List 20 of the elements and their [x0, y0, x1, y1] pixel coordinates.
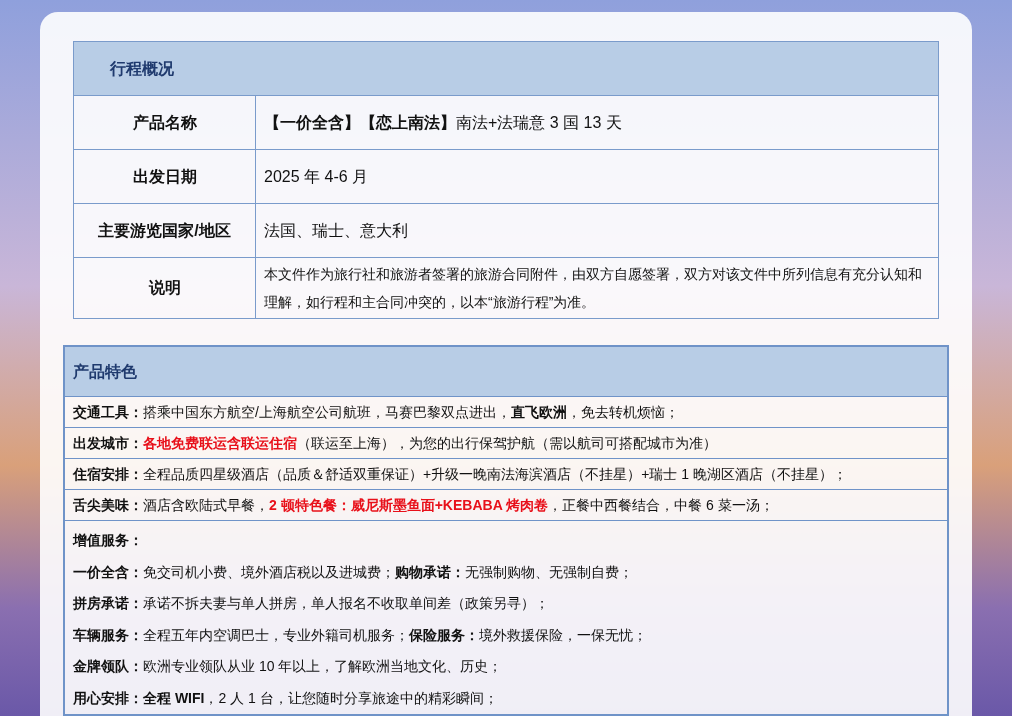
feature-text: 舌尖美味：酒店含欧陆式早餐，2 顿特色餐：威尼斯墨鱼面+KEBABA 烤肉卷，正餐中西餐结合，中餐 6 菜一汤；	[73, 495, 774, 515]
feature-text: 一价全含：免交司机小费、境外酒店税以及进城费；购物承诺：无强制购物、无强制自费；	[73, 562, 633, 582]
feature-text: 用心安排：全程 WIFI，2 人 1 台，让您随时分享旅途中的精彩瞬间；	[73, 688, 498, 708]
row-value: 2025 年 4-6 月	[264, 166, 369, 187]
feature-text: 交通工具：搭乘中国东方航空/上海航空公司航班，马赛巴黎双点进出，直飞欧洲，免去转机烦恼；	[73, 402, 679, 422]
row-value: 本文件作为旅行社和旅游者签署的旅游合同附件，由双方自愿签署，双方对该文件中所列信息有充分认知和理解，如行程和主合同冲突的，以本“旅游行程”为准。	[264, 265, 923, 312]
row-label: 产品名称	[132, 112, 197, 133]
row-label: 出发日期	[132, 166, 197, 187]
row-label: 主要游览国家/地区	[98, 220, 231, 241]
feature-text: 住宿安排：全程品质四星级酒店（品质＆舒适双重保证）+升级一晚南法海滨酒店（不挂星）+瑞士 1 晚湖区酒店（不挂星）；	[73, 464, 847, 484]
section-title: 产品特色	[73, 361, 137, 382]
row-value: 法国、瑞士、意大利	[264, 220, 408, 241]
section-title: 行程概况	[110, 58, 174, 79]
row-label: 说明	[148, 278, 181, 298]
feature-text: 增值服务：	[73, 531, 143, 551]
row-value: 【一价全含】【恋上南法】南法+法瑞意 3 国 13 天	[264, 112, 622, 133]
feature-text: 车辆服务：全程五年内空调巴士，专业外籍司机服务；保险服务：境外救援保险，一保无忧；	[73, 625, 647, 645]
feature-text: 拼房承诺：承诺不拆夫妻与单人拼房，单人报名不收取单间差（政策另寻）；	[73, 594, 549, 614]
feature-text: 金牌领队：欧洲专业领队从业 10 年以上，了解欧洲当地文化、历史；	[73, 657, 503, 677]
feature-text: 出发城市：各地免费联运含联运住宿（联运至上海），为您的出行保驾护航（需以航司可搭配城市为准）	[73, 433, 717, 453]
